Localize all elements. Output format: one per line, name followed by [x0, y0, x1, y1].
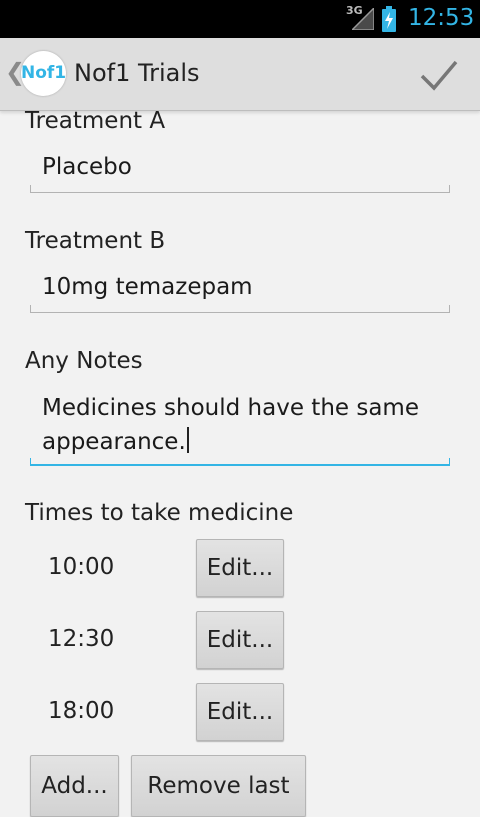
battery-charging-icon: [382, 6, 396, 32]
remove-last-button[interactable]: Remove last: [131, 755, 306, 817]
treatment-b-underline: [30, 305, 450, 313]
time-entry-3: 18:00: [48, 698, 115, 724]
app-logo-text: Nof1: [21, 63, 67, 83]
treatment-a-value: Placebo: [42, 154, 132, 180]
time-entry-2: 12:30: [48, 626, 115, 652]
treatment-a-field[interactable]: Placebo: [30, 145, 450, 193]
edit-time-2-button[interactable]: Edit...: [196, 611, 284, 669]
treatment-b-value: 10mg temazepam: [42, 274, 253, 300]
add-time-button[interactable]: Add...: [30, 755, 119, 817]
notes-value-line-2-text: appearance.: [42, 429, 186, 455]
treatment-a-label: Treatment A: [25, 108, 166, 134]
done-button[interactable]: [412, 54, 464, 96]
notes-underline: [30, 458, 450, 466]
page-title: Nof1 Trials: [74, 59, 200, 87]
treatment-b-field[interactable]: 10mg temazepam: [30, 265, 450, 313]
edit-time-3-button[interactable]: Edit...: [196, 683, 284, 741]
treatment-a-underline: [30, 185, 450, 193]
notes-value-line-2: appearance.: [42, 427, 189, 455]
action-bar: ❮ Nof1 Nof1 Trials: [0, 38, 480, 111]
notes-field[interactable]: Medicines should have the same appearanc…: [30, 385, 450, 466]
status-bar: 3G 12:53: [0, 0, 480, 38]
time-entry-1: 10:00: [48, 554, 115, 580]
edit-time-1-button[interactable]: Edit...: [196, 539, 284, 597]
notes-label: Any Notes: [25, 348, 143, 374]
times-label: Times to take medicine: [25, 500, 294, 526]
checkmark-icon: [420, 60, 458, 91]
notes-value-line-1: Medicines should have the same: [42, 395, 419, 421]
text-cursor: [186, 427, 189, 453]
clock-time: 12:53: [408, 5, 475, 31]
signal-icon: [352, 8, 374, 30]
app-logo[interactable]: Nof1: [21, 51, 66, 96]
treatment-b-label: Treatment B: [25, 228, 166, 254]
